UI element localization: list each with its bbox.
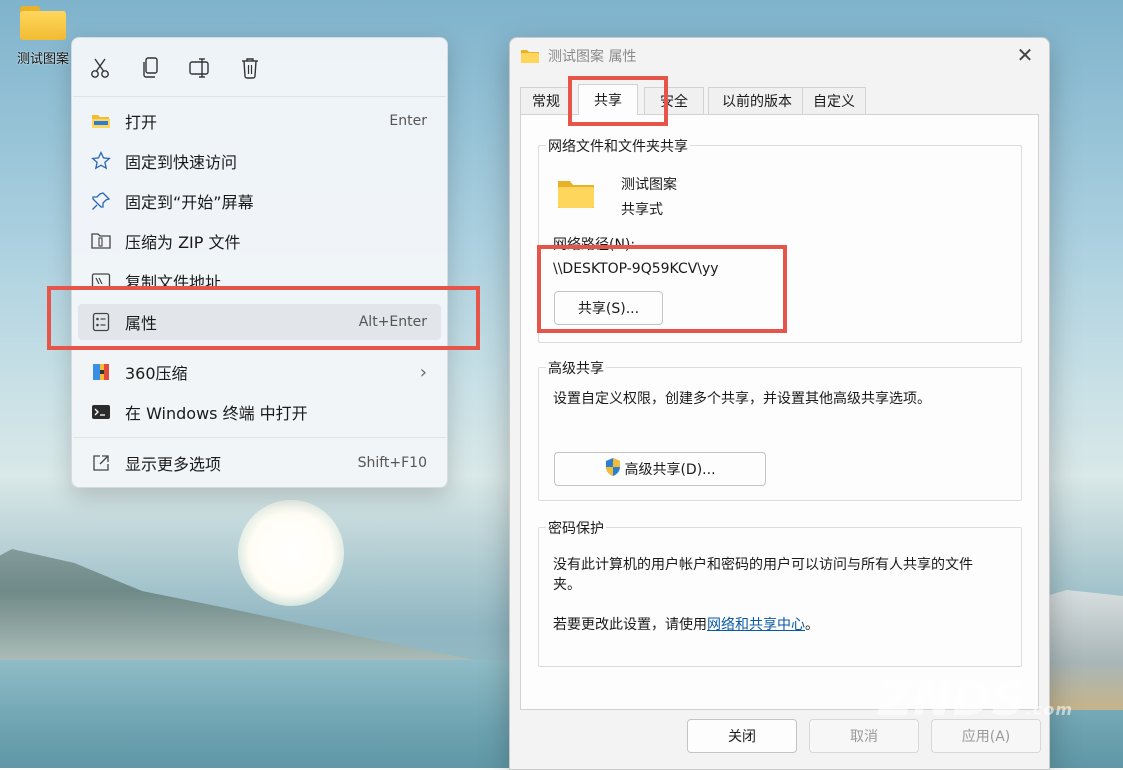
advanced-sharing-button[interactable]: 高级共享(D)... bbox=[554, 452, 766, 486]
cut-icon[interactable] bbox=[84, 52, 116, 84]
group-title: 网络文件和文件夹共享 bbox=[546, 136, 690, 156]
advanced-sharing-button-label: 高级共享(D)... bbox=[624, 462, 716, 478]
wallpaper-sun bbox=[238, 500, 344, 606]
folder-icon bbox=[557, 178, 595, 214]
menu-item-label: 打开 bbox=[125, 113, 158, 132]
group-title: 高级共享 bbox=[546, 358, 606, 378]
desktop-folder-item[interactable]: 测试图案 bbox=[8, 2, 78, 67]
watermark-logo: ZNDS.com bbox=[879, 672, 1073, 726]
tab-general[interactable]: 常规 bbox=[520, 87, 572, 114]
close-button[interactable]: 关闭 bbox=[687, 719, 797, 753]
menu-item-shortcut: Enter bbox=[389, 113, 427, 129]
folder-open-icon bbox=[90, 110, 112, 132]
shield-icon bbox=[604, 457, 622, 481]
close-icon[interactable]: ✕ bbox=[1013, 44, 1037, 68]
terminal-icon bbox=[90, 401, 112, 423]
desktop-folder-label: 测试图案 bbox=[16, 52, 69, 67]
menu-item-label: 在 Windows 终端 中打开 bbox=[125, 404, 308, 423]
360-compress-icon bbox=[90, 361, 112, 383]
menu-divider bbox=[73, 437, 446, 438]
menu-item-show-more[interactable]: 显示更多选项 Shift+F10 bbox=[78, 445, 441, 481]
menu-item-pin-start[interactable]: 固定到“开始”屏幕 bbox=[78, 183, 441, 219]
menu-divider bbox=[73, 96, 446, 97]
tab-customize[interactable]: 自定义 bbox=[802, 87, 866, 114]
menu-item-shortcut: Shift+F10 bbox=[357, 455, 427, 471]
chevron-right-icon: › bbox=[419, 361, 427, 383]
watermark-text: ZNDS bbox=[878, 672, 1026, 726]
context-menu-toolbar bbox=[72, 38, 447, 96]
menu-item-360-compress[interactable]: 360压缩 › bbox=[78, 354, 441, 390]
star-icon bbox=[90, 150, 112, 172]
dialog-titlebar: 测试图案 属性 bbox=[520, 46, 636, 66]
highlight-box-network-path bbox=[537, 245, 787, 333]
password-description-line1: 没有此计算机的用户帐户和密码的用户可以访问与所有人共享的文件 bbox=[553, 557, 973, 573]
menu-item-label: 360压缩 bbox=[125, 364, 188, 383]
advanced-sharing-description: 设置自定义权限，创建多个共享，并设置其他高级共享选项。 bbox=[553, 391, 931, 407]
password-description-line2: 夹。 bbox=[553, 577, 581, 593]
dialog-title: 测试图案 属性 bbox=[548, 49, 637, 65]
rename-icon[interactable] bbox=[184, 52, 216, 84]
folder-name: 测试图案 bbox=[621, 177, 677, 193]
menu-item-open-terminal[interactable]: 在 Windows 终端 中打开 bbox=[78, 394, 441, 430]
delete-icon[interactable] bbox=[234, 52, 266, 84]
share-status: 共享式 bbox=[621, 202, 663, 218]
context-menu: 打开 Enter 固定到快速访问 固定到“开始”屏幕 压缩为 ZIP 文件 复制… bbox=[71, 37, 448, 488]
change-setting-text: 若要更改此设置，请使用网络和共享中心。 bbox=[553, 614, 819, 634]
menu-item-label: 压缩为 ZIP 文件 bbox=[125, 233, 241, 252]
more-options-icon bbox=[90, 452, 112, 474]
change-setting-prefix: 若要更改此设置，请使用 bbox=[553, 617, 707, 633]
zip-folder-icon bbox=[90, 230, 112, 252]
menu-item-pin-quick-access[interactable]: 固定到快速访问 bbox=[78, 143, 441, 179]
properties-dialog: 测试图案 属性 ✕ 常规 共享 安全 以前的版本 自定义 网络文件和文件夹共享 … bbox=[509, 37, 1050, 770]
group-title: 密码保护 bbox=[546, 518, 606, 538]
highlight-box-properties bbox=[47, 286, 480, 350]
menu-item-open[interactable]: 打开 Enter bbox=[78, 103, 441, 139]
menu-item-label: 显示更多选项 bbox=[125, 455, 222, 474]
copy-icon[interactable] bbox=[134, 52, 166, 84]
password-protection-group: 密码保护 没有此计算机的用户帐户和密码的用户可以访问与所有人共享的文件 夹。 若… bbox=[538, 518, 1022, 667]
tab-sharing[interactable]: 共享 bbox=[578, 84, 638, 115]
pin-icon bbox=[90, 190, 112, 212]
sharing-tab-page: 网络文件和文件夹共享 测试图案 共享式 网络路径(N): \\DESKTOP-9… bbox=[520, 114, 1039, 710]
advanced-sharing-group: 高级共享 设置自定义权限，创建多个共享，并设置其他高级共享选项。 高级共享(D)… bbox=[538, 358, 1022, 501]
menu-item-label: 固定到快速访问 bbox=[125, 153, 238, 172]
folder-icon bbox=[18, 2, 68, 42]
watermark-suffix: .com bbox=[1025, 700, 1073, 719]
menu-item-label: 固定到“开始”屏幕 bbox=[125, 193, 254, 212]
menu-item-compress-zip[interactable]: 压缩为 ZIP 文件 bbox=[78, 223, 441, 259]
tab-previous-versions[interactable]: 以前的版本 bbox=[708, 87, 806, 114]
folder-icon bbox=[520, 48, 540, 64]
network-sharing-center-link[interactable]: 网络和共享中心 bbox=[707, 617, 805, 633]
change-setting-suffix: 。 bbox=[805, 617, 819, 633]
